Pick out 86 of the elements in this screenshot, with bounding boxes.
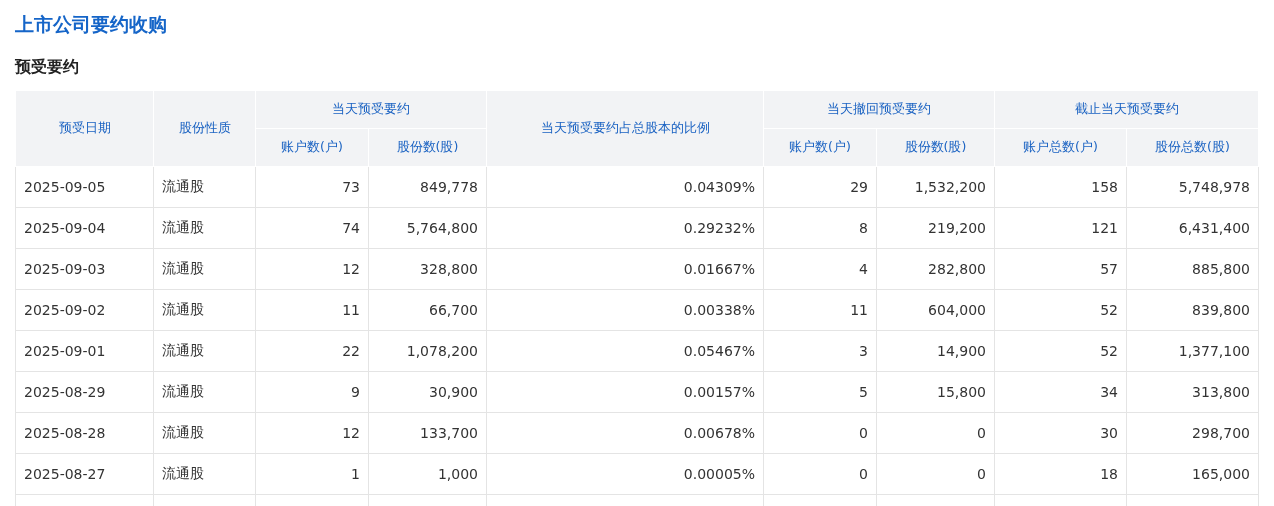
table-cell: 73 (255, 166, 369, 208)
table-cell: 0 (876, 453, 995, 495)
table-cell: 2025-08-29 (15, 371, 154, 413)
column-header: 账户数(户) (255, 128, 369, 167)
table-cell: 121 (994, 207, 1127, 249)
table-cell: 885,800 (1126, 248, 1259, 290)
table-cell: 流通股 (153, 412, 256, 454)
table-cell: 22 (255, 330, 369, 372)
table-cell: 流通股 (153, 166, 256, 208)
table-cell: 165,000 (1126, 453, 1259, 495)
table-cell: 11 (255, 289, 369, 331)
table-cell: 15,800 (876, 371, 995, 413)
table-cell: 604,000 (876, 289, 995, 331)
table-cell: 流通股 (153, 248, 256, 290)
table-cell: 57 (994, 248, 1127, 290)
column-header: 股份数(股) (876, 128, 995, 167)
column-header: 账户总数(户) (994, 128, 1127, 167)
table-cell: 2025-08-27 (15, 453, 154, 495)
table-cell: 流通股 (153, 330, 256, 372)
column-header: 股份性质 (153, 90, 256, 167)
table-cell: 0.04309% (486, 166, 764, 208)
table-cell: 5 (763, 371, 877, 413)
table-cell: 74 (255, 207, 369, 249)
table-cell: 1,377,100 (1126, 330, 1259, 372)
table-cell: 0.00338% (486, 289, 764, 331)
table-cell: 30,900 (368, 371, 487, 413)
table-cell: 313,800 (1126, 371, 1259, 413)
table-cell: 133,700 (368, 412, 487, 454)
table-cell: 0.29232% (486, 207, 764, 249)
table-cell: 282,800 (876, 248, 995, 290)
table-cell: 1,000 (368, 453, 487, 495)
table-cell: 0 (876, 412, 995, 454)
table-cell: 0.00005% (486, 453, 764, 495)
table-cell: 298,700 (1126, 412, 1259, 454)
table-cell: 34 (994, 371, 1127, 413)
table-cell: 849,778 (368, 166, 487, 208)
table-cell: 1 (255, 453, 369, 495)
table-cell: 0.01667% (486, 248, 764, 290)
table-cell: 2025-09-02 (15, 289, 154, 331)
table-cell: 0 (763, 453, 877, 495)
table-cell: 11 (763, 289, 877, 331)
table-cell: 流通股 (153, 453, 256, 495)
column-header: 股份数(股) (368, 128, 487, 167)
table-cell: 158 (994, 166, 1127, 208)
table-cell: 12 (255, 412, 369, 454)
table-cell: 2025-08-28 (15, 412, 154, 454)
table-cell: 52 (994, 289, 1127, 331)
table-cell: 5,764,800 (368, 207, 487, 249)
table-cell: 流通股 (153, 207, 256, 249)
table-cell: 1,078,200 (368, 330, 487, 372)
table-cell: 328,800 (368, 248, 487, 290)
table-cell: 1,532,200 (876, 166, 995, 208)
column-header: 当天预受要约占总股本的比例 (486, 90, 764, 167)
column-group-header: 当天预受要约 (255, 90, 487, 129)
column-header: 预受日期 (15, 90, 154, 167)
table-cell: 5,748,978 (1126, 166, 1259, 208)
table-cell: 0 (763, 412, 877, 454)
table-cell: 2025-09-04 (15, 207, 154, 249)
table-cell: 3 (763, 330, 877, 372)
table-cell: 14,900 (876, 330, 995, 372)
table-cell: 2025-09-05 (15, 166, 154, 208)
table-cell: 29 (763, 166, 877, 208)
column-header: 账户数(户) (763, 128, 877, 167)
table-cell: 66,700 (368, 289, 487, 331)
section-title: 预受要约 (15, 56, 80, 78)
table-cell: 0.05467% (486, 330, 764, 372)
column-group-header: 当天撤回预受要约 (763, 90, 995, 129)
table-cell: 流通股 (153, 371, 256, 413)
table-cell: 18 (994, 453, 1127, 495)
table-cell: 9 (255, 371, 369, 413)
table-cell: 2025-09-03 (15, 248, 154, 290)
table-cell: 8 (763, 207, 877, 249)
table-cell: 0.00678% (486, 412, 764, 454)
table-cell: 839,800 (1126, 289, 1259, 331)
table-cell: 4 (763, 248, 877, 290)
table-cell: 2025-09-01 (15, 330, 154, 372)
table-cell: 12 (255, 248, 369, 290)
table-cell: 流通股 (153, 289, 256, 331)
page-title: 上市公司要约收购 (15, 12, 168, 37)
table-cell: 219,200 (876, 207, 995, 249)
column-group-header: 截止当天预受要约 (994, 90, 1259, 129)
table-cell: 52 (994, 330, 1127, 372)
table-cell: 30 (994, 412, 1127, 454)
table-cell: 0.00157% (486, 371, 764, 413)
table-cell: 6,431,400 (1126, 207, 1259, 249)
column-header: 股份总数(股) (1126, 128, 1259, 167)
